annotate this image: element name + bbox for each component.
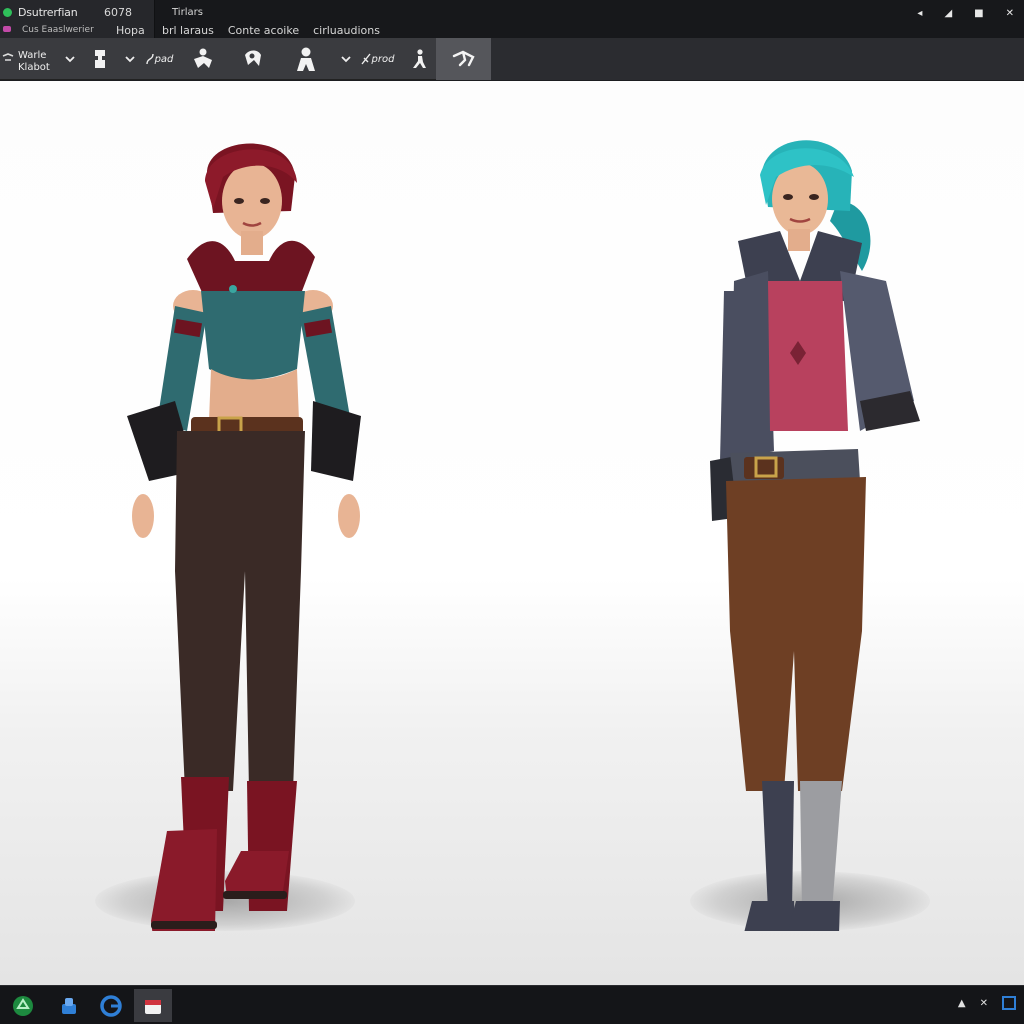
character-tool-icon[interactable] — [287, 38, 323, 80]
toolbar-empty-area — [491, 38, 1024, 80]
up-arrow-icon[interactable]: ◢ — [944, 8, 952, 19]
document-label: Hopa — [116, 24, 145, 37]
menu-item-3[interactable]: cirluaudions — [313, 24, 380, 37]
window-controls: ◂ ◢ ■ ✕ — [917, 8, 1014, 19]
character-right-model[interactable] — [690, 131, 950, 931]
character-left-model[interactable] — [115, 131, 395, 931]
character-editor-window: Dsutrerfian 6078 Cus Eaaslwerier Hopa Ti… — [0, 0, 1024, 1024]
editor-icon[interactable] — [134, 989, 172, 1022]
browser-icon[interactable] — [92, 989, 130, 1022]
chevron-down-icon-3[interactable] — [334, 38, 358, 80]
bone-icon — [2, 53, 14, 61]
pose-tool[interactable] — [436, 38, 491, 80]
document-tab[interactable]: Dsutrerfian 6078 Cus Eaaslwerier Hopa — [0, 0, 155, 38]
taskbar: ▲ ✕ — [0, 985, 1024, 1024]
torso-tool-icon[interactable] — [86, 38, 114, 80]
menu-item-2[interactable]: Conte acoike — [228, 24, 299, 37]
app-subtitle: Cus Eaaslwerier — [22, 25, 94, 35]
minimize-icon[interactable]: ■ — [974, 8, 983, 19]
app-name: Dsutrerfian — [18, 6, 78, 19]
3d-viewport[interactable] — [0, 81, 1024, 985]
hand-tool-icon[interactable] — [236, 38, 270, 80]
chevron-down-icon[interactable] — [58, 38, 82, 80]
walk-tool-icon[interactable] — [404, 38, 434, 80]
tray-arrow-icon[interactable]: ▲ — [958, 998, 966, 1009]
app-icon[interactable] — [50, 989, 88, 1022]
chevron-down-icon-2[interactable] — [118, 38, 142, 80]
pad-tool[interactable]: pad — [143, 38, 175, 80]
tray-close-icon[interactable]: ✕ — [980, 998, 988, 1009]
recycle-icon[interactable] — [4, 989, 42, 1022]
prod-tool[interactable]: prod — [358, 38, 396, 80]
notification-icon[interactable] — [1002, 996, 1016, 1010]
pose-figure-icon[interactable] — [186, 38, 220, 80]
secondary-logo-icon — [3, 26, 11, 32]
toolbar: Warle Klabot pad prod — [0, 38, 1024, 80]
system-tray: ▲ ✕ — [958, 996, 1016, 1010]
menu-tirlars[interactable]: Tirlars — [172, 7, 203, 18]
menu-item-1[interactable]: brl laraus — [162, 24, 214, 37]
title-bar: Dsutrerfian 6078 Cus Eaaslwerier Hopa Ti… — [0, 0, 1024, 38]
menu-bar: brl laraus Conte acoike cirluaudions — [162, 24, 380, 37]
app-version: 6078 — [104, 6, 132, 19]
mode-label[interactable]: Warle Klabot — [18, 50, 50, 74]
app-logo-icon — [3, 8, 12, 17]
back-arrow-icon[interactable]: ◂ — [917, 8, 922, 19]
close-icon[interactable]: ✕ — [1006, 8, 1014, 19]
